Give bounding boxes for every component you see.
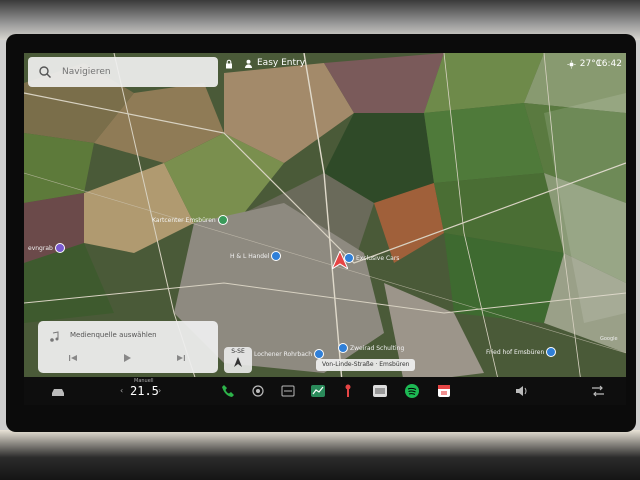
poi-lochener-rohrbach[interactable]: Lochener Rohrbach: [254, 349, 324, 359]
prev-icon[interactable]: [68, 353, 78, 363]
map-pin-icon: [217, 215, 228, 225]
poi-emlichheim[interactable]: evngrab: [28, 243, 65, 253]
poi-label: Exclusive Cars: [356, 254, 400, 262]
poi-label: Fried hof Emsbüren: [486, 348, 545, 356]
charts-icon[interactable]: [310, 383, 326, 399]
map-pin-icon: [54, 243, 65, 253]
search-input[interactable]: [60, 66, 214, 78]
driver-profile[interactable]: Easy Entry: [244, 58, 305, 68]
volume-icon[interactable]: [514, 383, 530, 399]
poi-label: Zweirad Schulting: [350, 344, 405, 352]
poi-label: Lochener Rohrbach: [254, 350, 312, 358]
temp-down-icon[interactable]: ‹: [120, 386, 123, 395]
poi-label: H & L Handel: [230, 252, 270, 260]
toybox-icon[interactable]: [340, 383, 356, 399]
person-icon: [244, 59, 253, 68]
poi-hl-handel[interactable]: H & L Handel: [230, 251, 282, 261]
next-icon[interactable]: [176, 353, 186, 363]
poi-label: evngrab: [28, 244, 53, 252]
poi-label: Kartcenter Emsbüren: [152, 216, 216, 224]
car-position-arrow-icon: [332, 251, 348, 269]
clock: 16:42: [596, 59, 622, 69]
phone-icon[interactable]: [220, 383, 236, 399]
calendar-icon[interactable]: [436, 383, 452, 399]
play-icon[interactable]: [122, 353, 132, 363]
profile-label: Easy Entry: [257, 58, 306, 68]
poi-zweirad-schulting[interactable]: Zweirad Schulting: [338, 343, 404, 353]
current-street-name: Von-Linde-Straße · Emsbüren: [316, 359, 416, 371]
camera-icon[interactable]: [250, 383, 266, 399]
energy-icon[interactable]: [280, 383, 296, 399]
car-icon[interactable]: [50, 383, 66, 399]
poi-friedhof[interactable]: Fried hof Emsbüren: [486, 347, 557, 357]
poi-exclusive-cars[interactable]: Exclusive Cars: [344, 253, 399, 263]
touchscreen: Easy Entry 27°C 16:42 Kartcenter Emsbüre…: [24, 53, 626, 405]
sun-icon: [567, 59, 576, 69]
media-player[interactable]: Medienquelle auswählen: [38, 321, 218, 373]
temp-up-icon[interactable]: ›: [158, 386, 161, 395]
bottom-dock: ‹ Manuell 21.5 ›: [24, 377, 626, 405]
navigate-search-bar[interactable]: [28, 57, 218, 87]
cabin-temperature[interactable]: 21.5: [130, 384, 159, 398]
browser-icon[interactable]: [372, 383, 388, 399]
map-pin-icon: [314, 349, 324, 359]
compass-button[interactable]: S-SE: [224, 347, 252, 373]
music-note-icon: [50, 331, 59, 342]
map-pin-icon: [338, 343, 348, 353]
compass-heading: S-SE: [231, 348, 245, 355]
cabin-bottom: [0, 430, 640, 480]
lock-icon[interactable]: [224, 59, 234, 69]
map-pin-icon: [271, 251, 282, 261]
search-icon: [39, 66, 51, 78]
map-pin-icon: [546, 347, 557, 357]
poi-kartcenter[interactable]: Kartcenter Emsbüren: [152, 215, 228, 225]
spotify-icon[interactable]: [404, 383, 420, 399]
shuffle-icon[interactable]: [590, 383, 606, 399]
compass-arrow-icon: [234, 357, 242, 367]
media-source-title[interactable]: Medienquelle auswählen: [70, 331, 157, 339]
google-attribution: Google: [600, 336, 618, 342]
